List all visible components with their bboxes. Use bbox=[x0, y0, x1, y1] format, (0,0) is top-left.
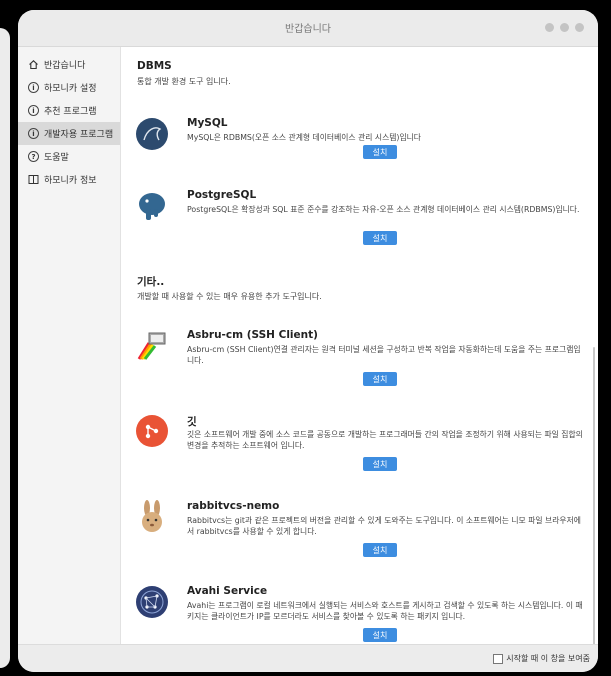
app-description: 깃은 소프트웨어 개발 중에 소스 코드를 공동으로 개발하는 프로그래머들 간… bbox=[187, 430, 583, 450]
install-button[interactable]: 설치 bbox=[363, 457, 397, 471]
app-description: PostgreSQL은 확장성과 SQL 표준 준수를 강조하는 자유-오픈 소… bbox=[187, 205, 580, 214]
app-card-avahi: Avahi Service Avahi는 프로그램이 로컬 네트워크에서 실행되… bbox=[135, 585, 584, 644]
app-card-rabbitvcs: rabbitvcs-nemo Rabbitvcs는 git과 같은 프로젝트의 … bbox=[135, 500, 584, 560]
window-title: 반갑습니다 bbox=[285, 24, 331, 35]
app-name: MySQL bbox=[187, 117, 228, 129]
sidebar-item-help[interactable]: ? 도움말 bbox=[18, 145, 120, 168]
sidebar-item-developer[interactable]: i 개발자용 프로그램 bbox=[18, 122, 120, 145]
app-card-git: 깃 깃은 소프트웨어 개발 중에 소스 코드를 공동으로 개발하는 프로그래머들… bbox=[135, 414, 584, 474]
sidebar: 반갑습니다 i 하모니카 설정 i 추천 프로그램 i 개발자용 프로그램 ? … bbox=[18, 47, 121, 644]
app-card-mysql: MySQL MySQL은 RDBMS(오픈 소스 관계형 데이터베이스 관리 시… bbox=[135, 117, 584, 167]
sidebar-item-welcome[interactable]: 반갑습니다 bbox=[18, 53, 120, 76]
install-button[interactable]: 설치 bbox=[363, 543, 397, 557]
welcome-window: 반갑습니다 반갑습니다 i 하모니카 설정 i 추천 프로그램 i 개발자용 프… bbox=[18, 10, 598, 672]
section-title-etc: 기타.. bbox=[137, 276, 165, 288]
help-icon: ? bbox=[28, 151, 39, 162]
sidebar-item-label: 반갑습니다 bbox=[44, 61, 86, 71]
postgresql-icon bbox=[135, 189, 169, 223]
sidebar-item-label: 하모니카 정보 bbox=[44, 176, 97, 186]
install-button[interactable]: 설치 bbox=[363, 231, 397, 245]
sidebar-item-label: 하모니카 설정 bbox=[44, 84, 97, 94]
install-button[interactable]: 설치 bbox=[363, 372, 397, 386]
info-icon: i bbox=[28, 105, 39, 116]
app-name: Avahi Service bbox=[187, 585, 268, 597]
app-name: PostgreSQL bbox=[187, 189, 257, 201]
home-icon bbox=[28, 59, 39, 70]
sidebar-item-recommended[interactable]: i 추천 프로그램 bbox=[18, 99, 120, 122]
startup-checkbox[interactable] bbox=[493, 653, 504, 664]
sidebar-item-label: 도움말 bbox=[44, 153, 69, 163]
background-window-edge bbox=[0, 28, 10, 668]
mysql-icon bbox=[135, 117, 169, 151]
section-desc-etc: 개발할 때 사용할 수 있는 매우 유용한 추가 도구입니다. bbox=[137, 292, 322, 301]
footer: 시작할 때 이 창을 보여줌 bbox=[18, 644, 598, 672]
install-button[interactable]: 설치 bbox=[363, 145, 397, 159]
git-icon bbox=[135, 414, 169, 448]
titlebar: 반갑습니다 bbox=[18, 10, 598, 47]
minimize-button[interactable] bbox=[545, 23, 554, 32]
sidebar-item-label: 추천 프로그램 bbox=[44, 107, 97, 117]
close-button[interactable] bbox=[575, 23, 584, 32]
app-name: rabbitvcs-nemo bbox=[187, 500, 280, 512]
sidebar-item-label: 개발자용 프로그램 bbox=[44, 130, 114, 140]
book-icon bbox=[28, 174, 39, 185]
app-card-postgresql: PostgreSQL PostgreSQL은 확장성과 SQL 표준 준수를 강… bbox=[135, 189, 584, 249]
avahi-icon bbox=[135, 585, 169, 619]
app-description: Asbru-cm (SSH Client)연결 관리자는 원격 터미널 세션을 … bbox=[187, 345, 581, 365]
startup-toggle[interactable]: 시작할 때 이 창을 보여줌 bbox=[493, 653, 590, 664]
rabbit-icon bbox=[135, 500, 169, 534]
section-title-dbms: DBMS bbox=[137, 60, 172, 72]
app-description: Rabbitvcs는 git과 같은 프로젝트의 버전을 관리할 수 있게 도와… bbox=[187, 516, 581, 536]
app-name: 깃 bbox=[187, 416, 197, 428]
app-description: MySQL은 RDBMS(오픈 소스 관계형 데이터베이스 관리 시스템)입니다 bbox=[187, 133, 421, 142]
install-button[interactable]: 설치 bbox=[363, 628, 397, 642]
sidebar-item-about[interactable]: 하모니카 정보 bbox=[18, 168, 120, 191]
scrollbar[interactable] bbox=[593, 347, 595, 644]
main-content: DBMS 통합 개발 환경 도구 입니다. MySQL MySQL은 RDBMS… bbox=[121, 47, 598, 644]
maximize-button[interactable] bbox=[560, 23, 569, 32]
info-icon: i bbox=[28, 128, 39, 139]
app-description: Avahi는 프로그램이 로컬 네트워크에서 실행되는 서비스와 호스트를 게시… bbox=[187, 601, 583, 621]
app-card-asbru: Asbru-cm (SSH Client) Asbru-cm (SSH Clie… bbox=[135, 329, 584, 389]
asbru-icon bbox=[135, 329, 169, 363]
section-desc-dbms: 통합 개발 환경 도구 입니다. bbox=[137, 77, 231, 86]
startup-label: 시작할 때 이 창을 보여줌 bbox=[506, 654, 590, 663]
info-icon: i bbox=[28, 82, 39, 93]
sidebar-item-harmonica-settings[interactable]: i 하모니카 설정 bbox=[18, 76, 120, 99]
window-controls bbox=[545, 23, 584, 32]
app-name: Asbru-cm (SSH Client) bbox=[187, 329, 318, 341]
